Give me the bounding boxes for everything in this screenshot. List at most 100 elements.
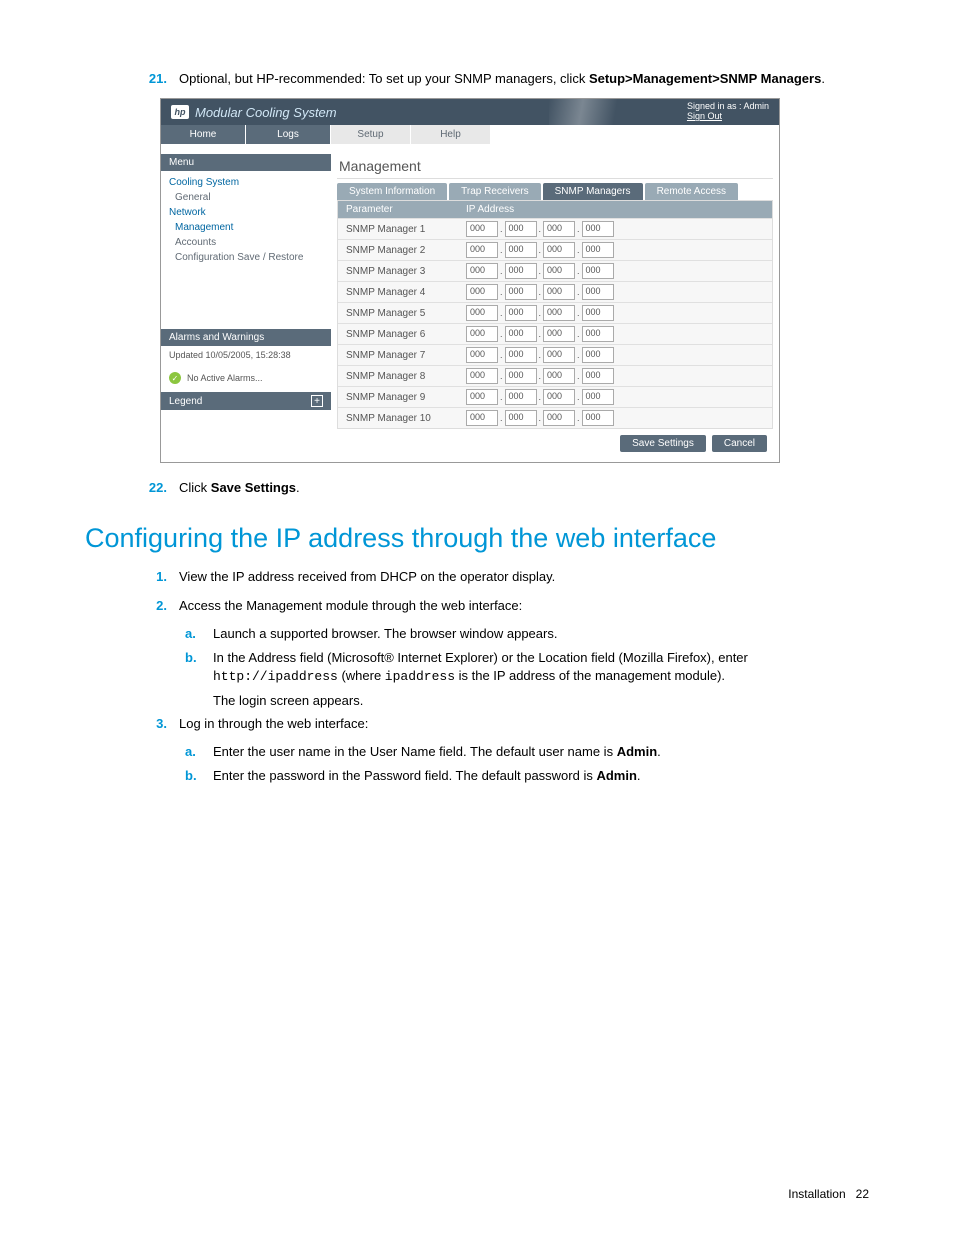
ip-octet-input[interactable]: 000 [505, 347, 537, 363]
menu-network[interactable]: Network [161, 205, 331, 220]
tab-snmp-managers[interactable]: SNMP Managers [543, 183, 643, 200]
step-21-text: Optional, but HP-recommended: To set up … [179, 70, 825, 88]
ip-octet-input[interactable]: 000 [582, 368, 614, 384]
sign-out-link[interactable]: Sign Out [687, 111, 769, 121]
ip-dot-separator: . [577, 266, 580, 276]
snmp-manager-label: SNMP Manager 7 [338, 347, 458, 364]
ip-dot-separator: . [539, 329, 542, 339]
step-2b-text-1: In the Address field (Microsoft® Interne… [213, 650, 748, 665]
step-22-bold: Save Settings [211, 480, 296, 495]
ip-octet-input[interactable]: 000 [505, 410, 537, 426]
ss-header-right: Signed in as : Admin Sign Out [687, 101, 769, 121]
ip-dot-separator: . [577, 245, 580, 255]
ip-octet-input[interactable]: 000 [582, 326, 614, 342]
ip-octet-input[interactable]: 000 [582, 242, 614, 258]
no-alarms-text: No Active Alarms... [187, 373, 263, 383]
ip-octet-input[interactable]: 000 [582, 410, 614, 426]
snmp-manager-row: SNMP Manager 8000.000.000.000 [338, 365, 772, 386]
step-3b-text-2: . [637, 768, 641, 783]
nav-home[interactable]: Home [161, 125, 246, 144]
management-heading: Management [337, 154, 773, 179]
step-2a: a. Launch a supported browser. The brows… [185, 625, 869, 643]
hp-logo-icon: hp [171, 105, 189, 119]
plus-icon[interactable]: + [311, 395, 323, 407]
ip-dot-separator: . [539, 350, 542, 360]
ip-octet-input[interactable]: 000 [582, 221, 614, 237]
ip-octet-input[interactable]: 000 [466, 389, 498, 405]
ip-octet-input[interactable]: 000 [543, 410, 575, 426]
snmp-manager-label: SNMP Manager 4 [338, 284, 458, 301]
step-2b-code-2: ipaddress [385, 669, 455, 684]
ip-octet-input[interactable]: 000 [505, 305, 537, 321]
check-icon: ✓ [169, 372, 181, 384]
ip-octet-input[interactable]: 000 [582, 347, 614, 363]
ip-octet-input[interactable]: 000 [466, 284, 498, 300]
legend-label: Legend [169, 396, 202, 407]
ip-octet-input[interactable]: 000 [466, 263, 498, 279]
step-22-number: 22. [145, 479, 167, 497]
step-3a-text: Enter the user name in the User Name fie… [213, 743, 661, 761]
ip-octet-input[interactable]: 000 [582, 263, 614, 279]
snmp-rows-container: SNMP Manager 1000.000.000.000SNMP Manage… [338, 218, 772, 428]
ip-octet-input[interactable]: 000 [505, 263, 537, 279]
ss-header-bar: hp Modular Cooling System Signed in as :… [161, 99, 779, 125]
menu-cooling-system[interactable]: Cooling System [161, 175, 331, 190]
ss-body: Menu Cooling System General Network Mana… [161, 150, 779, 462]
ip-dot-separator: . [539, 287, 542, 297]
ip-octet-input[interactable]: 000 [505, 284, 537, 300]
ip-octet-input[interactable]: 000 [543, 221, 575, 237]
ip-octet-input[interactable]: 000 [543, 347, 575, 363]
ip-octet-input[interactable]: 000 [543, 263, 575, 279]
ip-octet-input[interactable]: 000 [582, 284, 614, 300]
snmp-manager-row: SNMP Manager 6000.000.000.000 [338, 323, 772, 344]
menu-config-save[interactable]: Configuration Save / Restore [161, 250, 331, 265]
snmp-manager-label: SNMP Manager 1 [338, 221, 458, 238]
ip-octet-input[interactable]: 000 [543, 326, 575, 342]
save-settings-button[interactable]: Save Settings [620, 435, 706, 452]
nav-setup[interactable]: Setup [331, 125, 411, 144]
ip-octet-input[interactable]: 000 [543, 242, 575, 258]
ip-octet-input[interactable]: 000 [582, 305, 614, 321]
ip-octet-input[interactable]: 000 [505, 221, 537, 237]
ip-dot-separator: . [539, 371, 542, 381]
legend-panel-header[interactable]: Legend + [161, 392, 331, 410]
menu-general[interactable]: General [161, 190, 331, 205]
step-3-text: Log in through the web interface: [179, 715, 368, 733]
ip-octet-input[interactable]: 000 [466, 347, 498, 363]
cancel-button[interactable]: Cancel [712, 435, 767, 452]
ip-address-cells: 000.000.000.000 [458, 324, 622, 344]
menu-accounts[interactable]: Accounts [161, 235, 331, 250]
step-3b-letter: b. [185, 767, 203, 785]
nav-logs[interactable]: Logs [246, 125, 331, 144]
ip-octet-input[interactable]: 000 [505, 389, 537, 405]
ip-octet-input[interactable]: 000 [543, 305, 575, 321]
ip-address-cells: 000.000.000.000 [458, 240, 622, 260]
menu-management[interactable]: Management [161, 220, 331, 235]
ip-octet-input[interactable]: 000 [466, 368, 498, 384]
ip-octet-input[interactable]: 000 [543, 368, 575, 384]
ip-dot-separator: . [539, 266, 542, 276]
ip-octet-input[interactable]: 000 [505, 368, 537, 384]
header-swoosh-graphic [549, 99, 659, 125]
ip-dot-separator: . [500, 287, 503, 297]
step-2b-text-3: is the IP address of the management modu… [455, 668, 725, 683]
ip-octet-input[interactable]: 000 [466, 242, 498, 258]
ip-octet-input[interactable]: 000 [543, 284, 575, 300]
ip-octet-input[interactable]: 000 [466, 305, 498, 321]
nav-help[interactable]: Help [411, 125, 491, 144]
tab-system-information[interactable]: System Information [337, 183, 447, 200]
step-3a-text-2: . [657, 744, 661, 759]
ip-octet-input[interactable]: 000 [582, 389, 614, 405]
tab-remote-access[interactable]: Remote Access [645, 183, 738, 200]
menu-items: Cooling System General Network Managemen… [161, 171, 331, 269]
ip-dot-separator: . [500, 329, 503, 339]
ip-octet-input[interactable]: 000 [543, 389, 575, 405]
ip-octet-input[interactable]: 000 [466, 326, 498, 342]
ip-octet-input[interactable]: 000 [466, 221, 498, 237]
ip-octet-input[interactable]: 000 [505, 242, 537, 258]
ip-dot-separator: . [539, 413, 542, 423]
tab-trap-receivers[interactable]: Trap Receivers [449, 183, 540, 200]
ip-octet-input[interactable]: 000 [505, 326, 537, 342]
ip-octet-input[interactable]: 000 [466, 410, 498, 426]
ip-dot-separator: . [539, 224, 542, 234]
